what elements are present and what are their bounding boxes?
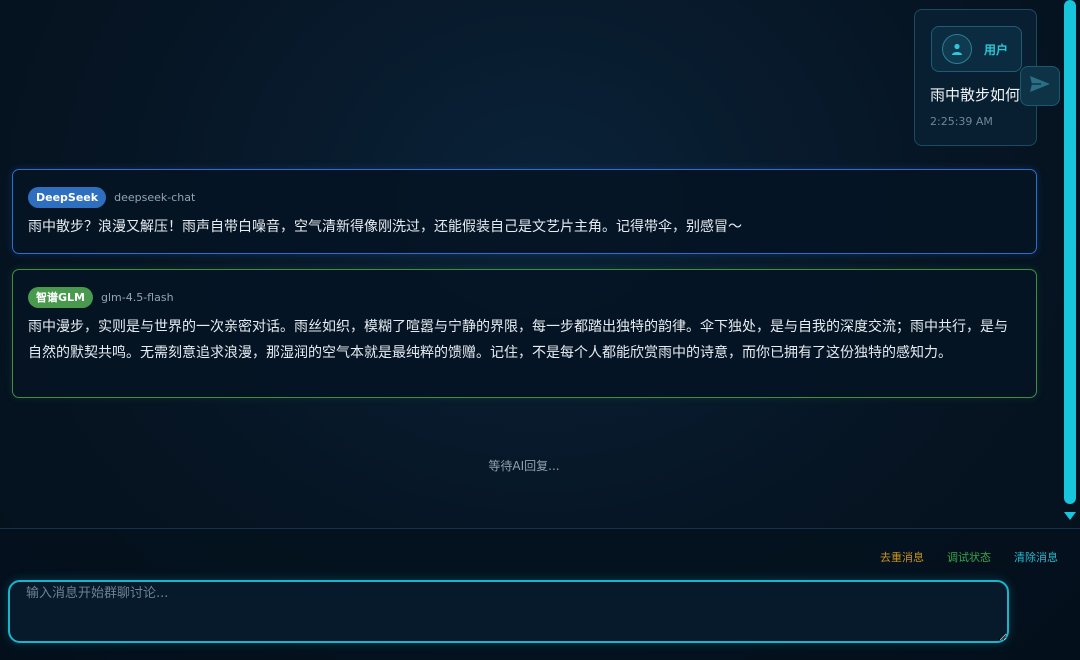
- user-icon: [942, 34, 972, 64]
- waiting-status: 等待AI回复...: [488, 459, 560, 473]
- message-input-box: [8, 580, 1009, 643]
- chat-app: 用户 雨中散步如何 2:25:39 AM DeepSeek deepseek-c…: [0, 0, 1080, 660]
- paper-plane-icon: [1029, 75, 1051, 97]
- provider-badge: 智谱GLM: [28, 286, 93, 308]
- scroll-thumb[interactable]: [1064, 0, 1076, 504]
- message-input[interactable]: [10, 582, 1007, 641]
- ai-message-glm: 智谱GLM glm-4.5-flash 雨中漫步，实则是与世界的一次亲密对话。雨…: [12, 269, 1037, 398]
- provider-badge: DeepSeek: [28, 186, 107, 208]
- scroll-down-arrow-icon[interactable]: [1064, 512, 1076, 520]
- user-role-label: 用户: [984, 42, 1009, 57]
- scrollbar[interactable]: [1062, 0, 1078, 528]
- user-message-text: 雨中散步如何: [930, 86, 1021, 104]
- user-message: 用户 雨中散步如何 2:25:39 AM: [914, 9, 1037, 146]
- ai-message-deepseek: DeepSeek deepseek-chat 雨中散步？浪漫又解压！雨声自带白噪…: [12, 169, 1037, 254]
- action-bar: 去重消息 调试状态 清除消息: [880, 549, 1058, 565]
- model-name: deepseek-chat: [114, 190, 196, 204]
- model-name: glm-4.5-flash: [100, 290, 174, 304]
- composer-panel: 去重消息 调试状态 清除消息: [0, 528, 1080, 660]
- dedup-messages-button[interactable]: 去重消息: [880, 549, 924, 565]
- send-button[interactable]: [1020, 66, 1060, 106]
- message-timestamp: 2:25:39 AM: [930, 115, 993, 128]
- message-list: 用户 雨中散步如何 2:25:39 AM DeepSeek deepseek-c…: [0, 0, 1060, 528]
- ai-message-text: 雨中散步？浪漫又解压！雨声自带白噪音，空气清新得像刚洗过，还能假装自己是文艺片主…: [28, 219, 742, 235]
- ai-message-text: 雨中漫步，实则是与世界的一次亲密对话。雨丝如织，模糊了喧嚣与宁静的界限，每一步都…: [28, 319, 1008, 361]
- user-badge: 用户: [931, 26, 1022, 72]
- clear-messages-button[interactable]: 清除消息: [1014, 549, 1058, 565]
- debug-status-button[interactable]: 调试状态: [947, 549, 991, 565]
